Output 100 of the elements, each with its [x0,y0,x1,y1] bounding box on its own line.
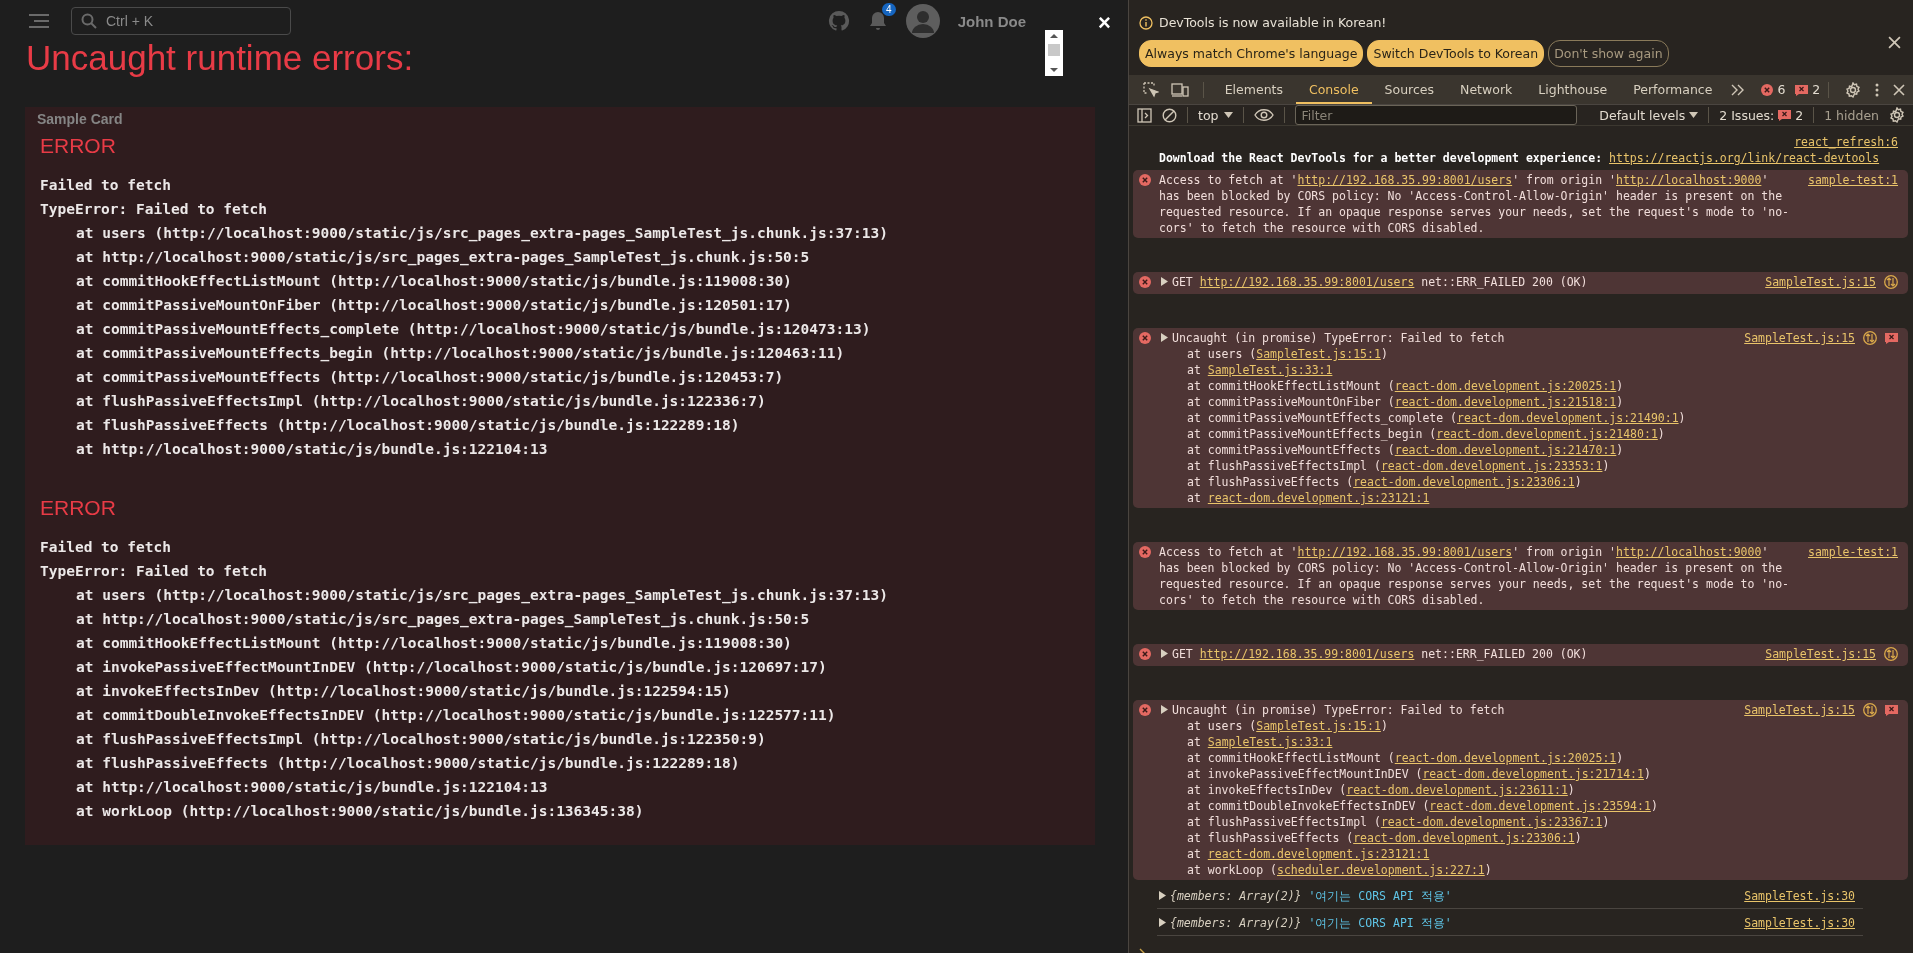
source-link[interactable]: react-dom.development.js:21518:1 [1394,395,1617,409]
source-link[interactable]: SampleTest.js:30 [1744,915,1855,931]
message-link[interactable]: http://localhost:9000 [1616,545,1762,559]
more-options-icon[interactable] [1875,82,1879,97]
issue-count[interactable]: 2 [1812,82,1821,97]
infobar-button[interactable]: Always match Chrome's language [1139,40,1364,67]
device-toolbar-icon[interactable] [1171,81,1189,98]
sidebar-toggle-icon[interactable] [1137,107,1152,123]
error-type: TypeError: Failed to fetch [40,562,268,581]
message-link[interactable]: http://192.168.35.99:8001/users [1297,173,1513,187]
source-link[interactable]: react_refresh:6 [1794,135,1898,149]
source-link[interactable]: react-dom.development.js:23611:1 [1346,783,1568,797]
bell-icon[interactable] [867,10,888,32]
settings-icon[interactable] [1889,107,1905,123]
context-selector[interactable]: top [1198,107,1234,123]
source-link[interactable]: react-dom.development.js:21714:1 [1422,767,1644,781]
issues-count[interactable]: 2 [1795,107,1804,123]
stack-frame: at flushPassiveEffectsImpl (http://localhost:9000/static/js/bundle.js:122336:7) [40,389,1080,413]
user-name[interactable]: John Doe [957,12,1026,30]
infobar-button[interactable]: Switch DevTools to Korean [1367,40,1545,67]
github-icon[interactable] [827,10,850,32]
network-request-icon[interactable] [1884,275,1898,289]
message-link[interactable]: http://192.168.35.99:8001/users [1199,275,1415,289]
source-link[interactable]: react-dom.development.js:23306:1 [1353,475,1575,489]
stack-frame: at invokeEffectsInDev (http://localhost:9000/static/js/bundle.js:122594:15) [40,679,1080,703]
scroll-bar[interactable] [1045,30,1063,76]
source-link[interactable]: SampleTest.js:33:1 [1207,363,1333,377]
source-link[interactable]: SampleTest.js:15 [1744,330,1855,346]
avatar-icon[interactable] [905,4,940,38]
devtools-tab[interactable]: Performance [1620,75,1726,104]
notification-badge: 4 [882,3,896,16]
error-count[interactable]: 6 [1777,82,1786,97]
source-link[interactable]: react-dom.development.js:21480:1 [1436,427,1658,441]
source-link[interactable]: SampleTest.js:15 [1765,646,1876,662]
message-link[interactable]: react-devtools [1782,151,1880,165]
network-request-icon[interactable] [1863,703,1877,717]
devtools-tab[interactable]: Elements [1211,75,1296,104]
network-request-icon[interactable] [1884,647,1898,661]
expand-icon[interactable] [1161,705,1168,714]
expand-icon[interactable] [1161,649,1168,658]
source-link[interactable]: react-dom.development.js:23353:1 [1380,459,1603,473]
card-title: Sample Card [37,111,124,127]
source-link[interactable]: SampleTest.js:15:1 [1256,719,1381,733]
object-preview[interactable]: {members: Array(2)} [1170,916,1302,930]
source-link[interactable]: react-dom.development.js:23594:1 [1429,799,1651,813]
issues-label[interactable]: 2 Issues: [1719,107,1775,123]
network-request-icon[interactable] [1863,331,1877,345]
message-link[interactable]: https://reactjs.org/link/ [1609,151,1783,165]
eye-icon[interactable] [1254,108,1275,122]
devtools-tab[interactable]: Lighthouse [1525,75,1621,104]
source-link[interactable]: scheduler.development.js:227:1 [1277,863,1485,877]
close-icon[interactable] [1893,83,1905,96]
menu-icon[interactable] [29,13,49,29]
error-icon [1139,546,1151,558]
dropdown-caret-icon [1689,112,1699,118]
stack-frame: at http://localhost:9000/static/js/src_pages_extra-pages_SampleTest_js.chunk.js:50:5 [40,607,1080,631]
expand-icon[interactable] [1161,333,1168,342]
source-link[interactable]: SampleTest.js:33:1 [1207,735,1333,749]
expand-icon[interactable] [1159,918,1166,927]
message-link[interactable]: http://192.168.35.99:8001/users [1297,545,1513,559]
source-link[interactable]: SampleTest.js:30 [1744,888,1855,904]
expand-icon[interactable] [1161,277,1168,286]
source-link[interactable]: SampleTest.js:15 [1744,702,1855,718]
message-link[interactable]: http://192.168.35.99:8001/users [1199,647,1415,661]
close-icon[interactable] [1888,35,1901,49]
devtools-tab[interactable]: Network [1447,75,1526,104]
inspect-element-icon[interactable] [1143,81,1159,98]
error-icon [1139,332,1151,344]
devtools-tab[interactable]: Sources [1371,75,1448,104]
error-icon [1139,648,1151,660]
object-preview[interactable]: {members: Array(2)} [1170,889,1302,903]
source-link[interactable]: sample-test:1 [1808,172,1898,188]
error-heading: ERROR [40,495,117,521]
source-link[interactable]: react-dom.development.js:20025:1 [1394,379,1617,393]
expand-icon[interactable] [1159,891,1166,900]
stack-frame: at commitDoubleInvokeEffectsInDEV (react-dom.development.js:23594:1) [1159,798,1898,814]
source-link[interactable]: react-dom.development.js:20025:1 [1394,751,1617,765]
log-levels-dropdown[interactable]: Default levels [1599,107,1699,123]
source-link[interactable]: SampleTest.js:15 [1765,274,1876,290]
clear-console-icon[interactable] [1162,107,1177,123]
stack-frame: at commitHookEffectListMount (react-dom.development.js:20025:1) [1159,378,1898,394]
search-field[interactable]: Ctrl + K [71,7,291,35]
devtools-tab[interactable]: Console [1296,75,1372,104]
filter-field[interactable]: Filter [1295,105,1578,125]
source-link[interactable]: react-dom.development.js:23121:1 [1207,847,1430,861]
more-tabs-icon[interactable] [1731,83,1746,96]
close-button[interactable]: × [1094,10,1115,36]
source-link[interactable]: react-dom.development.js:21490:1 [1457,411,1679,425]
settings-icon[interactable] [1845,81,1861,98]
source-link[interactable]: sample-test:1 [1808,544,1898,560]
stack-frame: at react-dom.development.js:23121:1 [1159,490,1898,506]
message-link[interactable]: http://localhost:9000 [1616,173,1762,187]
source-link[interactable]: react-dom.development.js:23367:1 [1380,815,1603,829]
stack-frame: at flushPassiveEffects (http://localhost:9000/static/js/bundle.js:122289:18) [40,751,1080,775]
source-link[interactable]: react-dom.development.js:21470:1 [1394,443,1617,457]
source-link[interactable]: react-dom.development.js:23306:1 [1353,831,1575,845]
infobar-button[interactable]: Don't show again [1548,40,1669,67]
source-link[interactable]: SampleTest.js:15:1 [1256,347,1381,361]
source-link[interactable]: react-dom.development.js:23121:1 [1207,491,1430,505]
issues-icon [1778,109,1792,121]
